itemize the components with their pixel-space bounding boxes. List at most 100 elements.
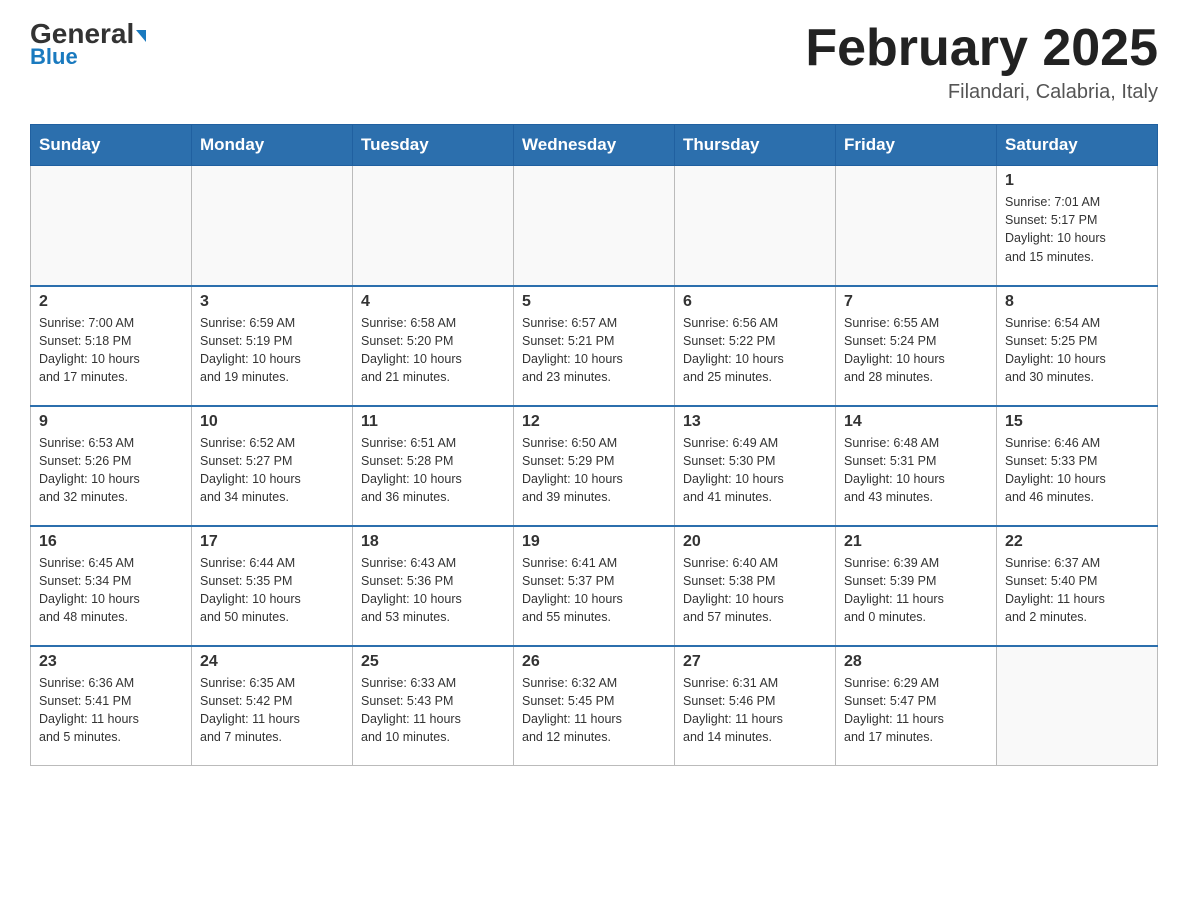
calendar-day-cell: 24 Sunrise: 6:35 AM Sunset: 5:42 PM Dayli… [192, 646, 353, 766]
day-number: 22 [1005, 533, 1149, 551]
day-number: 12 [522, 413, 666, 431]
day-info: Sunrise: 6:45 AM Sunset: 5:34 PM Dayligh… [39, 554, 183, 627]
calendar-day-cell: 18 Sunrise: 6:43 AM Sunset: 5:36 PM Dayli… [353, 526, 514, 646]
day-info: Sunrise: 6:52 AM Sunset: 5:27 PM Dayligh… [200, 434, 344, 507]
calendar-week-row: 1 Sunrise: 7:01 AM Sunset: 5:17 PM Daylig… [31, 166, 1158, 286]
calendar-day-cell [997, 646, 1158, 766]
calendar-day-cell [836, 166, 997, 286]
calendar-day-cell [353, 166, 514, 286]
day-info: Sunrise: 6:54 AM Sunset: 5:25 PM Dayligh… [1005, 314, 1149, 387]
calendar-day-cell: 17 Sunrise: 6:44 AM Sunset: 5:35 PM Dayli… [192, 526, 353, 646]
day-info: Sunrise: 6:59 AM Sunset: 5:19 PM Dayligh… [200, 314, 344, 387]
day-info: Sunrise: 6:39 AM Sunset: 5:39 PM Dayligh… [844, 554, 988, 627]
day-info: Sunrise: 6:48 AM Sunset: 5:31 PM Dayligh… [844, 434, 988, 507]
day-info: Sunrise: 7:01 AM Sunset: 5:17 PM Dayligh… [1005, 193, 1149, 266]
calendar-day-cell [675, 166, 836, 286]
calendar-day-cell: 4 Sunrise: 6:58 AM Sunset: 5:20 PM Daylig… [353, 286, 514, 406]
day-info: Sunrise: 6:50 AM Sunset: 5:29 PM Dayligh… [522, 434, 666, 507]
day-number: 23 [39, 653, 183, 671]
location: Filandari, Calabria, Italy [805, 81, 1158, 104]
day-info: Sunrise: 6:44 AM Sunset: 5:35 PM Dayligh… [200, 554, 344, 627]
header-monday: Monday [192, 125, 353, 166]
day-number: 14 [844, 413, 988, 431]
day-number: 5 [522, 293, 666, 311]
calendar-day-cell: 23 Sunrise: 6:36 AM Sunset: 5:41 PM Dayli… [31, 646, 192, 766]
day-number: 28 [844, 653, 988, 671]
day-number: 26 [522, 653, 666, 671]
day-number: 6 [683, 293, 827, 311]
header-friday: Friday [836, 125, 997, 166]
calendar-day-cell: 5Sunrise: 6:57 AM Sunset: 5:21 PM Daylig… [514, 286, 675, 406]
day-number: 18 [361, 533, 505, 551]
day-info: Sunrise: 6:35 AM Sunset: 5:42 PM Dayligh… [200, 674, 344, 747]
day-number: 27 [683, 653, 827, 671]
day-number: 16 [39, 533, 183, 551]
calendar-day-cell: 7 Sunrise: 6:55 AM Sunset: 5:24 PM Daylig… [836, 286, 997, 406]
calendar-day-cell [31, 166, 192, 286]
day-info: Sunrise: 6:32 AM Sunset: 5:45 PM Dayligh… [522, 674, 666, 747]
day-number: 13 [683, 413, 827, 431]
day-number: 17 [200, 533, 344, 551]
calendar-day-cell: 16 Sunrise: 6:45 AM Sunset: 5:34 PM Dayli… [31, 526, 192, 646]
calendar-day-cell: 12 Sunrise: 6:50 AM Sunset: 5:29 PM Dayli… [514, 406, 675, 526]
day-number: 7 [844, 293, 988, 311]
day-info: Sunrise: 6:55 AM Sunset: 5:24 PM Dayligh… [844, 314, 988, 387]
day-number: 19 [522, 533, 666, 551]
day-info: Sunrise: 6:43 AM Sunset: 5:36 PM Dayligh… [361, 554, 505, 627]
day-number: 3 [200, 293, 344, 311]
header-sunday: Sunday [31, 125, 192, 166]
calendar-day-cell: 20Sunrise: 6:40 AM Sunset: 5:38 PM Dayli… [675, 526, 836, 646]
day-number: 25 [361, 653, 505, 671]
calendar-day-cell: 9 Sunrise: 6:53 AM Sunset: 5:26 PM Daylig… [31, 406, 192, 526]
calendar-day-cell: 10Sunrise: 6:52 AM Sunset: 5:27 PM Dayli… [192, 406, 353, 526]
day-number: 11 [361, 413, 505, 431]
day-number: 4 [361, 293, 505, 311]
page-header: General Blue February 2025 Filandari, Ca… [30, 20, 1158, 104]
day-info: Sunrise: 7:00 AM Sunset: 5:18 PM Dayligh… [39, 314, 183, 387]
calendar-day-cell: 27Sunrise: 6:31 AM Sunset: 5:46 PM Dayli… [675, 646, 836, 766]
calendar-day-cell: 25 Sunrise: 6:33 AM Sunset: 5:43 PM Dayli… [353, 646, 514, 766]
calendar-day-cell: 6 Sunrise: 6:56 AM Sunset: 5:22 PM Daylig… [675, 286, 836, 406]
day-info: Sunrise: 6:58 AM Sunset: 5:20 PM Dayligh… [361, 314, 505, 387]
calendar-day-cell: 1 Sunrise: 7:01 AM Sunset: 5:17 PM Daylig… [997, 166, 1158, 286]
header-saturday: Saturday [997, 125, 1158, 166]
calendar-week-row: 23 Sunrise: 6:36 AM Sunset: 5:41 PM Dayli… [31, 646, 1158, 766]
calendar-day-cell [514, 166, 675, 286]
calendar-day-cell: 15Sunrise: 6:46 AM Sunset: 5:33 PM Dayli… [997, 406, 1158, 526]
calendar-table: Sunday Monday Tuesday Wednesday Thursday… [30, 124, 1158, 766]
calendar-week-row: 2 Sunrise: 7:00 AM Sunset: 5:18 PM Daylig… [31, 286, 1158, 406]
day-info: Sunrise: 6:29 AM Sunset: 5:47 PM Dayligh… [844, 674, 988, 747]
calendar-header-row: Sunday Monday Tuesday Wednesday Thursday… [31, 125, 1158, 166]
day-number: 1 [1005, 172, 1149, 190]
calendar-day-cell: 13 Sunrise: 6:49 AM Sunset: 5:30 PM Dayli… [675, 406, 836, 526]
calendar-day-cell: 22 Sunrise: 6:37 AM Sunset: 5:40 PM Dayli… [997, 526, 1158, 646]
calendar-day-cell: 19 Sunrise: 6:41 AM Sunset: 5:37 PM Dayli… [514, 526, 675, 646]
header-thursday: Thursday [675, 125, 836, 166]
logo: General Blue [30, 20, 146, 70]
title-block: February 2025 Filandari, Calabria, Italy [805, 20, 1158, 104]
header-tuesday: Tuesday [353, 125, 514, 166]
calendar-day-cell: 2 Sunrise: 7:00 AM Sunset: 5:18 PM Daylig… [31, 286, 192, 406]
calendar-week-row: 9 Sunrise: 6:53 AM Sunset: 5:26 PM Daylig… [31, 406, 1158, 526]
day-info: Sunrise: 6:36 AM Sunset: 5:41 PM Dayligh… [39, 674, 183, 747]
day-info: Sunrise: 6:37 AM Sunset: 5:40 PM Dayligh… [1005, 554, 1149, 627]
day-info: Sunrise: 6:49 AM Sunset: 5:30 PM Dayligh… [683, 434, 827, 507]
day-info: Sunrise: 6:53 AM Sunset: 5:26 PM Dayligh… [39, 434, 183, 507]
day-info: Sunrise: 6:46 AM Sunset: 5:33 PM Dayligh… [1005, 434, 1149, 507]
day-info: Sunrise: 6:41 AM Sunset: 5:37 PM Dayligh… [522, 554, 666, 627]
day-info: Sunrise: 6:51 AM Sunset: 5:28 PM Dayligh… [361, 434, 505, 507]
day-number: 8 [1005, 293, 1149, 311]
day-number: 24 [200, 653, 344, 671]
day-number: 21 [844, 533, 988, 551]
calendar-day-cell: 28 Sunrise: 6:29 AM Sunset: 5:47 PM Dayli… [836, 646, 997, 766]
calendar-day-cell: 14 Sunrise: 6:48 AM Sunset: 5:31 PM Dayli… [836, 406, 997, 526]
calendar-day-cell: 8 Sunrise: 6:54 AM Sunset: 5:25 PM Daylig… [997, 286, 1158, 406]
day-number: 2 [39, 293, 183, 311]
calendar-day-cell: 21 Sunrise: 6:39 AM Sunset: 5:39 PM Dayli… [836, 526, 997, 646]
calendar-week-row: 16 Sunrise: 6:45 AM Sunset: 5:34 PM Dayli… [31, 526, 1158, 646]
day-number: 9 [39, 413, 183, 431]
day-info: Sunrise: 6:56 AM Sunset: 5:22 PM Dayligh… [683, 314, 827, 387]
calendar-day-cell [192, 166, 353, 286]
day-number: 20 [683, 533, 827, 551]
day-info: Sunrise: 6:33 AM Sunset: 5:43 PM Dayligh… [361, 674, 505, 747]
